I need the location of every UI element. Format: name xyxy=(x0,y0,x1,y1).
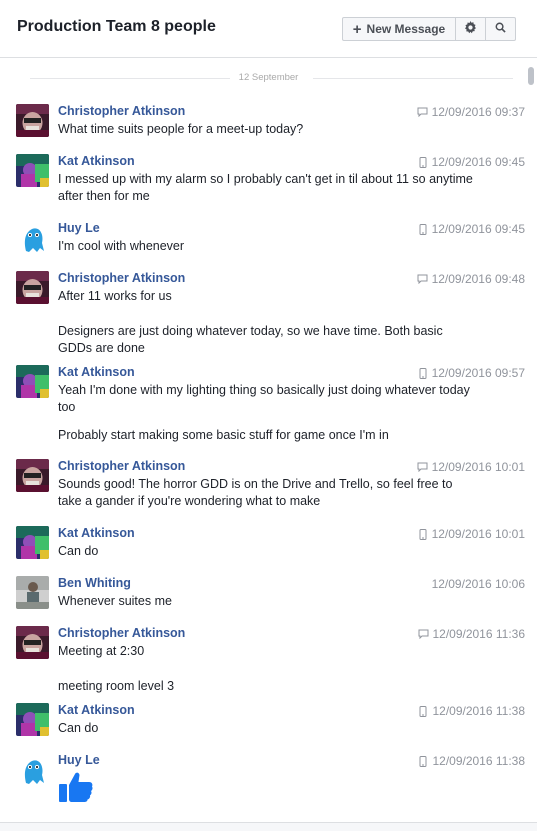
search-button[interactable] xyxy=(486,18,515,40)
thumbs-up-icon[interactable] xyxy=(58,771,94,806)
mobile-icon xyxy=(416,528,430,540)
sender-name[interactable]: Ben Whiting xyxy=(58,576,131,590)
christopher-avatar[interactable] xyxy=(16,104,49,137)
message-text: Sounds good! The horror GDD is on the Dr… xyxy=(58,477,453,508)
huy-avatar[interactable] xyxy=(16,221,49,254)
message-timestamp: 12/09/2016 09:37 xyxy=(416,105,525,119)
date-separator: 12 September xyxy=(0,72,537,86)
chat-icon xyxy=(416,628,430,640)
sender-name[interactable]: Huy Le xyxy=(58,753,100,767)
message-timestamp: 12/09/2016 11:36 xyxy=(416,627,525,641)
sender-name[interactable]: Christopher Atkinson xyxy=(58,104,185,118)
sender-name[interactable]: Kat Atkinson xyxy=(58,703,135,717)
search-icon xyxy=(495,22,506,36)
sender-name[interactable]: Kat Atkinson xyxy=(58,365,135,379)
message-timestamp: 12/09/2016 09:45 xyxy=(416,155,525,169)
message-timestamp: 12/09/2016 10:01 xyxy=(416,460,525,474)
chat-icon xyxy=(416,461,430,473)
sender-name[interactable]: Christopher Atkinson xyxy=(58,271,185,285)
plus-icon: + xyxy=(352,20,362,38)
message-text: Yeah I'm done with my lighting thing so … xyxy=(58,383,470,414)
sender-name[interactable]: Christopher Atkinson xyxy=(58,626,185,640)
message-timestamp: 12/09/2016 09:57 xyxy=(416,366,525,380)
message-timestamp: 12/09/2016 10:01 xyxy=(416,527,525,541)
message-text: Designers are just doing whatever today,… xyxy=(58,324,443,355)
mobile-icon xyxy=(416,705,430,717)
ben-avatar[interactable] xyxy=(16,576,49,609)
timestamp-text: 12/09/2016 09:48 xyxy=(431,272,525,286)
timestamp-text: 12/09/2016 09:45 xyxy=(431,222,525,236)
message-text: I messed up with my alarm so I probably … xyxy=(58,172,473,203)
message-text: Whenever suites me xyxy=(58,594,172,608)
message-list[interactable]: 12 September Christopher Atkinson 12/09/2… xyxy=(0,58,537,822)
new-message-label: New Message xyxy=(366,22,446,36)
christopher-avatar[interactable] xyxy=(16,459,49,492)
mobile-icon xyxy=(416,156,430,168)
new-message-button[interactable]: + New Message xyxy=(343,18,456,40)
settings-button[interactable] xyxy=(456,18,486,40)
mobile-icon xyxy=(416,367,430,379)
timestamp-text: 12/09/2016 10:06 xyxy=(431,577,525,591)
timestamp-text: 12/09/2016 09:45 xyxy=(431,155,525,169)
timestamp-text: 12/09/2016 10:01 xyxy=(431,527,525,541)
message-text: After 11 works for us xyxy=(58,289,172,303)
sender-name[interactable]: Christopher Atkinson xyxy=(58,459,185,473)
conversation-title[interactable]: Production Team 8 people xyxy=(17,18,216,36)
message-timestamp: 12/09/2016 11:38 xyxy=(416,704,525,718)
message-text: Meeting at 2:30 xyxy=(58,644,145,658)
message-text: What time suits people for a meet-up tod… xyxy=(58,122,304,136)
christopher-avatar[interactable] xyxy=(16,271,49,304)
timestamp-text: 12/09/2016 09:37 xyxy=(431,105,525,119)
timestamp-text: 12/09/2016 11:38 xyxy=(432,754,525,768)
kat-avatar[interactable] xyxy=(16,365,49,398)
chat-icon xyxy=(416,273,430,285)
message-text: Can do xyxy=(58,544,99,558)
message-text: meeting room level 3 xyxy=(58,679,175,693)
composer-edge xyxy=(0,822,537,831)
sender-name[interactable]: Kat Atkinson xyxy=(58,154,135,168)
christopher-avatar[interactable] xyxy=(16,626,49,659)
timestamp-text: 12/09/2016 11:36 xyxy=(432,627,525,641)
timestamp-text: 12/09/2016 09:57 xyxy=(431,366,525,380)
mobile-icon xyxy=(416,223,430,235)
message-timestamp: 12/09/2016 10:06 xyxy=(432,577,525,591)
chat-icon xyxy=(416,106,430,118)
sender-name[interactable]: Kat Atkinson xyxy=(58,526,135,540)
sender-name[interactable]: Huy Le xyxy=(58,221,100,235)
kat-avatar[interactable] xyxy=(16,526,49,559)
message-text: Can do xyxy=(58,721,99,735)
mobile-icon xyxy=(416,755,430,767)
message-text: Probably start making some basic stuff f… xyxy=(58,428,389,442)
header-toolbar: + New Message xyxy=(342,17,516,41)
timestamp-text: 12/09/2016 11:38 xyxy=(432,704,525,718)
conversation-header: Production Team 8 people + New Message xyxy=(0,0,537,58)
huy-avatar[interactable] xyxy=(16,753,49,786)
kat-avatar[interactable] xyxy=(16,703,49,736)
message-timestamp: 12/09/2016 09:48 xyxy=(416,272,525,286)
message-timestamp: 12/09/2016 09:45 xyxy=(416,222,525,236)
gear-icon xyxy=(464,21,477,37)
kat-avatar[interactable] xyxy=(16,154,49,187)
message-timestamp: 12/09/2016 11:38 xyxy=(416,754,525,768)
message-text: I'm cool with whenever xyxy=(58,239,185,253)
timestamp-text: 12/09/2016 10:01 xyxy=(431,460,525,474)
